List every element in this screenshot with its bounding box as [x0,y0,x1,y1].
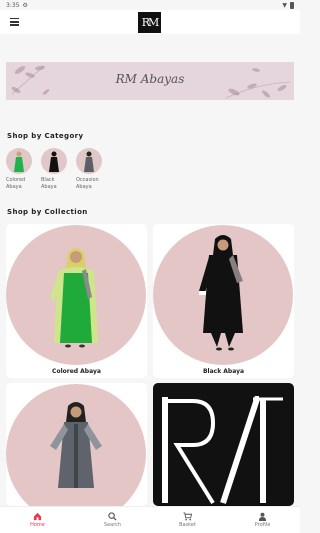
collection-image [6,225,146,365]
status-bar: 3:35 ⚙ ▼ [0,0,300,10]
nav-label: Home [30,522,45,528]
category-image [76,148,102,174]
status-time: 3:35 [6,1,20,9]
category-image [6,148,32,174]
category-item-black-abaya[interactable]: Black Abaya [41,148,71,191]
wifi-icon: ▼ [282,1,287,9]
collection-label: Black Abaya [202,368,245,375]
nav-item-search[interactable]: Search [75,507,150,533]
app-logo[interactable]: RM [138,12,161,33]
category-image [41,148,67,174]
category-section-title: Shop by Category [7,132,84,140]
abaya-figure-illustration [199,235,243,351]
collection-label: Colored Abaya [52,368,101,375]
abaya-figure-illustration [50,402,102,488]
cart-icon [183,512,192,521]
category-item-occasion-abaya[interactable]: Occasion Abaya [76,148,106,191]
collection-image [153,225,293,365]
bottom-navigation: Home Search Basket Profile [0,506,300,533]
banner-text: RM Abayas [115,72,185,86]
nav-item-basket[interactable]: Basket [150,507,225,533]
rm-logo-image [162,396,283,505]
figure-icon [84,151,94,172]
search-icon [108,512,117,521]
collection-image [6,384,146,506]
figure-icon [49,151,59,172]
collection-card-brand[interactable] [153,383,294,506]
nav-label: Search [103,522,122,528]
category-label: Colored Abaya [6,177,26,190]
settings-status-icon: ⚙ [22,1,28,9]
logo-text: RM [141,16,159,29]
category-label: Occasion Abaya [76,177,99,190]
menu-icon[interactable] [10,18,19,26]
person-icon [258,512,267,521]
abaya-figure-illustration [50,248,98,348]
nav-label: Basket [179,522,196,528]
battery-icon [290,1,294,9]
nav-label: Profile [254,522,271,528]
collection-card-black-abaya[interactable]: Black Abaya [153,224,294,378]
figure-icon [14,151,24,172]
collection-card-colored-abaya[interactable]: Colored Abaya [6,224,147,378]
collection-section-title: Shop by Collection [7,208,88,216]
nav-item-profile[interactable]: Profile [225,507,300,533]
category-item-colored-abaya[interactable]: Colored Abaya [6,148,36,191]
nav-item-home[interactable]: Home [0,507,75,533]
collection-card-occasion[interactable] [6,383,147,506]
app-bar: RM [0,10,300,34]
promo-banner[interactable]: RM Abayas [6,62,294,100]
home-icon [33,512,42,521]
category-label: Black Abaya [41,177,57,190]
